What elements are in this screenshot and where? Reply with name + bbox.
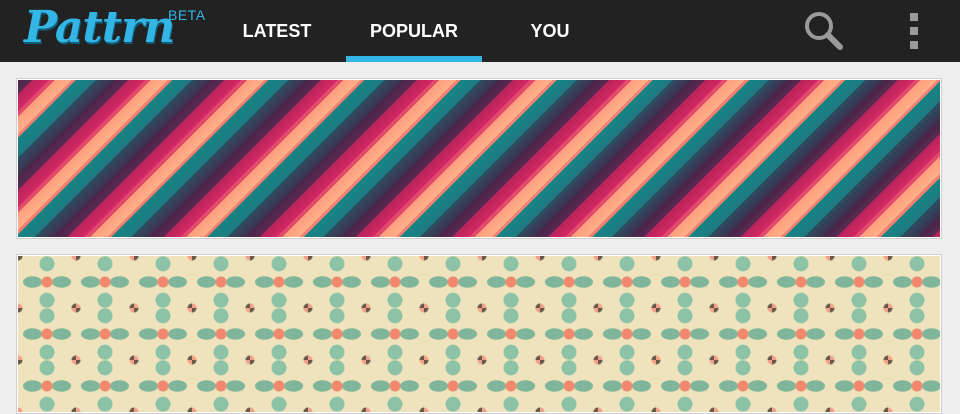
pattern-preview-image (18, 80, 940, 237)
app-logo[interactable]: Pattrn (24, 2, 175, 53)
overflow-menu-button[interactable] (898, 8, 930, 54)
selected-tab-indicator (346, 56, 482, 62)
tab-you[interactable]: YOU (500, 0, 600, 62)
beta-badge: BETA (168, 7, 206, 23)
tab-popular[interactable]: POPULAR (346, 0, 482, 62)
overflow-menu-icon (910, 13, 918, 49)
pattern-preview-image (18, 256, 940, 412)
app-bar: Pattrn BETA LATEST POPULAR YOU (0, 0, 960, 62)
tab-latest[interactable]: LATEST (222, 0, 332, 62)
search-icon (805, 12, 843, 50)
pattern-card[interactable] (16, 254, 942, 414)
pattern-card[interactable] (16, 78, 942, 239)
search-button[interactable] (800, 8, 848, 54)
